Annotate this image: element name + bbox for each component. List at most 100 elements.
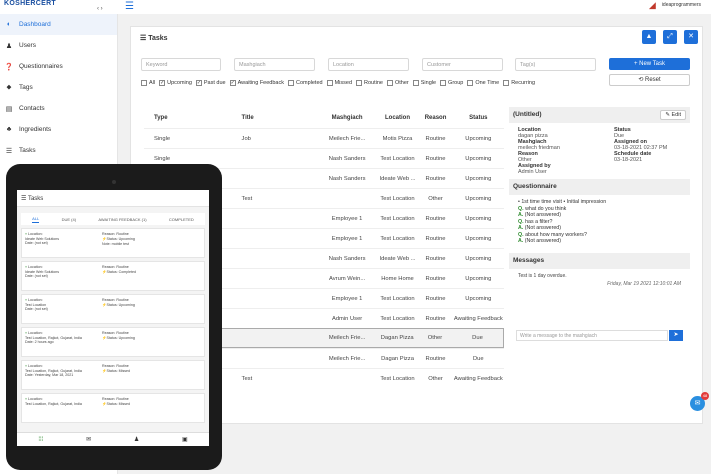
cell-location: Dagan Pizza <box>381 355 414 362</box>
fullscreen-button[interactable]: ⤢ <box>663 30 677 44</box>
column-header-title[interactable]: Title <box>202 115 318 121</box>
calendar-icon[interactable]: ▣ <box>182 436 188 443</box>
send-message-button[interactable]: ➤ <box>669 330 683 341</box>
grid-icon[interactable]: ⁞⁞⁞ <box>38 437 43 443</box>
column-header-mashgiach[interactable]: Mashgiach <box>318 115 377 121</box>
checkbox[interactable]: ✓ <box>195 80 202 86</box>
sidebar-item-users[interactable]: ♟ Users <box>0 35 117 56</box>
location-label: Location: <box>28 397 43 401</box>
checkbox[interactable]: ✓ <box>159 80 166 86</box>
column-header-status[interactable]: Status <box>453 115 504 121</box>
checkbox[interactable] <box>326 80 333 86</box>
checkbox-other[interactable]: Other <box>386 80 409 86</box>
checkbox-past-due[interactable]: ✓ Past due <box>195 80 226 86</box>
task-card[interactable]: ⌖ Location: Test Location Date: (not set) R… <box>21 294 205 324</box>
cell-type: Single <box>154 135 171 142</box>
cell-status: Upcoming <box>465 195 492 202</box>
collapse-panel-button[interactable]: ▲ <box>642 30 656 44</box>
new-task-button[interactable]: + New Task <box>609 58 690 70</box>
checkbox[interactable]: ✓ <box>229 80 236 86</box>
tab-awaiting-feedback[interactable]: AWAITING FEEDBACK (1) <box>98 217 146 222</box>
hamburger-menu-icon[interactable]: ☰ <box>125 1 134 12</box>
status-label: Status: <box>106 369 118 373</box>
message-text: Test is 1 day overdue. <box>518 272 567 279</box>
message-input[interactable]: Write a message to the mashgiach <box>516 330 668 341</box>
card-left: ⌖ Location: Test Location Date: (not set) <box>25 298 95 312</box>
checkbox[interactable] <box>440 80 447 86</box>
sidebar-item-tags[interactable]: ⬥ Tags <box>0 77 117 98</box>
sidebar-item-ingredients[interactable]: ♣ Ingredients <box>0 119 117 140</box>
checkbox[interactable] <box>141 80 147 86</box>
sidebar-collapse-icon[interactable]: ‹ › <box>97 6 103 12</box>
checkbox[interactable] <box>386 80 393 86</box>
cell-reason: Routine <box>425 175 446 182</box>
checkbox[interactable] <box>356 80 363 86</box>
mashgiach-input[interactable]: Mashgiach <box>234 58 315 71</box>
cell-reason: Other <box>427 335 443 341</box>
customer-input[interactable]: Customer <box>422 58 503 71</box>
checkbox-upcoming[interactable]: ✓ Upcoming <box>159 80 192 86</box>
checkbox-recurring[interactable]: Recurring <box>503 80 535 86</box>
location-input[interactable]: Location <box>328 58 409 71</box>
checkbox-group[interactable]: Group <box>440 80 463 86</box>
keyword-input[interactable]: Keyword <box>141 58 221 71</box>
checkbox-label: Recurring <box>511 80 536 86</box>
edit-button[interactable]: ✎ Edit <box>660 110 686 120</box>
sidebar-item-label: Ingredients <box>19 126 52 133</box>
cell-mashgiach: Nash Sanders <box>328 175 366 182</box>
sidebar-item-dashboard[interactable]: ◐ Dashboard <box>0 14 117 35</box>
sidebar-item-tasks[interactable]: ☰ Tasks <box>0 140 117 161</box>
column-header-location[interactable]: Location <box>377 115 419 121</box>
checkbox-label: One Time <box>475 80 500 86</box>
sidebar-item-questionnaires[interactable]: ❓ Questionnaires <box>0 56 117 77</box>
cell-status: Upcoming <box>465 275 492 282</box>
tags-input[interactable]: Tag(s) <box>515 58 596 71</box>
checkbox-routine[interactable]: Routine <box>356 80 383 86</box>
column-header-reason[interactable]: Reason <box>418 115 452 121</box>
task-card[interactable]: ⌖ Location: Test Location, Rajkot, Gujara… <box>21 360 205 390</box>
checkbox[interactable] <box>467 80 474 86</box>
sidebar-item-label: Tags <box>19 84 33 91</box>
checkbox-all[interactable]: All <box>141 80 155 86</box>
card-left: ⌖ Location: Ideate Web Solutions Date: (no… <box>25 265 95 279</box>
user-menu[interactable]: ◢ ideaprogrammers <box>649 0 701 10</box>
question-prefix: Q. <box>518 218 524 225</box>
reset-button[interactable]: ⟲ Reset <box>609 74 690 86</box>
question-icon: ❓ <box>4 63 14 71</box>
cell-reason: Other <box>428 195 443 202</box>
card-date: Date: (not set) <box>25 241 48 245</box>
card-date: Date: (not set) <box>25 274 48 278</box>
table-row[interactable]: Single Job Meilech Frie... Motis Pizza Routi… <box>144 128 504 148</box>
task-card[interactable]: ⌖ Location: Ideate Web Solutions Date: (no… <box>21 261 205 291</box>
tab-completed[interactable]: COMPLETED <box>169 217 194 222</box>
panel-title-text: Tasks <box>148 35 168 42</box>
column-header-type[interactable]: Type <box>144 115 202 121</box>
cell-location: Home Home <box>381 275 414 282</box>
cell-location: Test Location <box>380 375 415 382</box>
task-card[interactable]: ⌖ Location: Test Location, Rajkot, Gujara… <box>21 393 205 423</box>
checkbox-awaiting-feedback[interactable]: ✓ Awaiting Feedback <box>229 80 284 86</box>
messages-icon[interactable]: ✉ <box>86 436 91 443</box>
sidebar-item-contacts[interactable]: ▤ Contacts <box>0 98 117 119</box>
task-card[interactable]: ⌖ Location: Test Location, Rajkot, Gujara… <box>21 327 205 357</box>
task-card[interactable]: ⌖ Location: Ideate Web Solutions Date: (no… <box>21 228 205 258</box>
contact-card-icon: ▤ <box>5 105 13 113</box>
detail-value: Admin User <box>518 169 547 175</box>
checkbox-completed[interactable]: Completed <box>287 80 323 86</box>
checkbox-one-time[interactable]: One Time <box>467 80 499 86</box>
checkbox-missed[interactable]: Missed <box>326 80 352 86</box>
message-date: Friday, Mar 19 2021 12:10:01 AM <box>607 280 681 287</box>
checkbox-label: All <box>149 80 156 86</box>
cell-status: Awaiting Feedback <box>453 315 503 322</box>
tab-all[interactable]: ALL <box>32 216 40 223</box>
checkbox[interactable] <box>503 80 510 86</box>
cell-location: Ideate Web ... <box>379 255 416 262</box>
users-icon[interactable]: ♟ <box>134 436 139 443</box>
checkbox[interactable] <box>412 80 419 86</box>
checkbox[interactable] <box>287 80 294 86</box>
brand-logo[interactable]: KOSHERCERT <box>4 0 56 7</box>
checkbox-single[interactable]: Single <box>412 80 436 86</box>
close-panel-button[interactable]: ✕ <box>684 30 698 44</box>
checkbox-label: Group <box>448 80 464 86</box>
tab-due[interactable]: DUE (4) <box>62 217 76 222</box>
